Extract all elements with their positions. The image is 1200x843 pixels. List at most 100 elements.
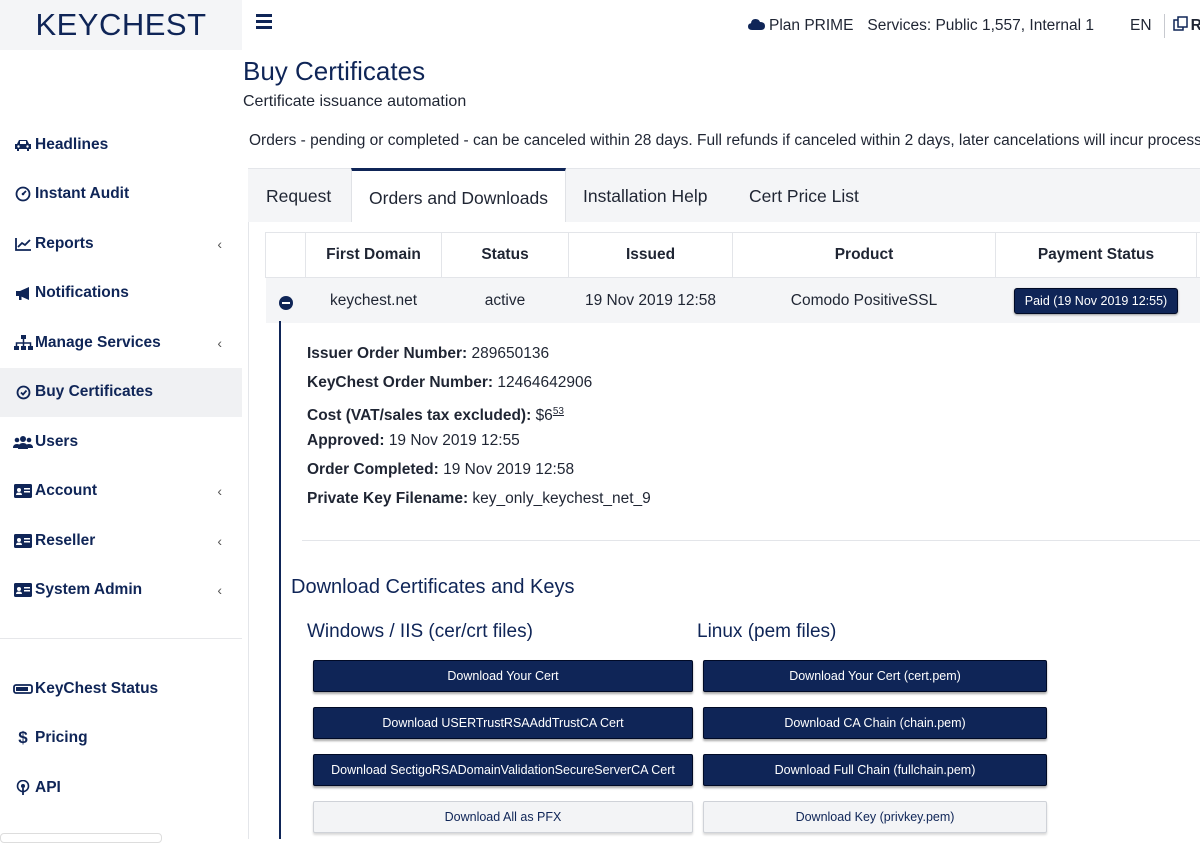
sidebar-nav: Headlines Instant Audit Reports ‹ Notifi… (0, 120, 242, 615)
payment-status-badge[interactable]: Paid (19 Nov 2019 12:55) (1014, 288, 1178, 314)
sidebar-item-users[interactable]: Users (0, 417, 242, 467)
sidebar-item-system-admin[interactable]: System Admin ‹ (0, 566, 242, 616)
sidebar-item-label: Buy Certificates (35, 383, 153, 401)
tab-cert-price-list[interactable]: Cert Price List (749, 169, 859, 223)
column-header-overflow (1197, 233, 1200, 278)
detail-label: KeyChest Order Number: (307, 374, 493, 391)
column-header-payment-status[interactable]: Payment Status (996, 233, 1197, 278)
table-header-row: First Domain Status Issued Product Payme… (266, 233, 1200, 278)
detail-value: $6 (536, 407, 553, 424)
download-fullchain-pem-button[interactable]: Download Full Chain (fullchain.pem) (703, 754, 1047, 786)
detail-label: Private Key Filename: (307, 490, 468, 507)
sidebar-item-label: Notifications (35, 284, 129, 302)
detail-value: 19 Nov 2019 12:55 (389, 432, 520, 449)
column-header-product[interactable]: Product (733, 233, 996, 278)
detail-issuer-order: Issuer Order Number: 289650136 (307, 345, 651, 374)
detail-value: 12464642906 (497, 374, 592, 391)
downloads-title: Download Certificates and Keys (291, 576, 574, 599)
orders-table: First Domain Status Issued Product Payme… (265, 232, 1200, 323)
sidebar-item-label: Instant Audit (35, 185, 129, 203)
tab-installation-help[interactable]: Installation Help (583, 169, 708, 223)
order-details: Issuer Order Number: 289650136 KeyChest … (307, 345, 651, 519)
id-card-icon (13, 483, 33, 499)
sidebar-item-api[interactable]: API (0, 763, 242, 813)
detail-label: Issuer Order Number: (307, 345, 467, 362)
sidebar-item-pricing[interactable]: $ Pricing (0, 714, 242, 764)
topbar-status: Plan PRIME Services: Public 1,557, Inter… (748, 14, 1200, 38)
tab-orders-and-downloads[interactable]: Orders and Downloads (351, 168, 566, 226)
chevron-left-icon: ‹ (217, 533, 222, 549)
services-count: Services: Public 1,557, Internal 1 (867, 17, 1094, 35)
topbar-cut-label: Re (1191, 17, 1200, 35)
sidebar-item-keychest-status[interactable]: KeyChest Status (0, 664, 242, 714)
sidebar-item-buy-certificates[interactable]: Buy Certificates (0, 368, 242, 418)
plan-label: Plan PRIME (769, 17, 853, 35)
sidebar-item-label: Reports (35, 235, 94, 253)
detail-value: key_only_keychest_net_9 (472, 490, 650, 507)
download-your-cert-button[interactable]: Download Your Cert (313, 660, 693, 692)
column-header-first-domain[interactable]: First Domain (306, 233, 442, 278)
badge-icon (13, 384, 33, 400)
detail-order-completed: Order Completed: 19 Nov 2019 12:58 (307, 461, 651, 490)
detail-label: Cost (VAT/sales tax excluded): (307, 407, 531, 424)
cancellation-notice: Orders - pending or completed - can be c… (249, 132, 1200, 150)
sidebar-item-account[interactable]: Account ‹ (0, 467, 242, 517)
detail-keychest-order: KeyChest Order Number: 12464642906 (307, 374, 651, 403)
detail-value-cents: 53 (553, 406, 564, 417)
detail-left-rule (279, 321, 281, 839)
collapse-row-cell[interactable] (266, 278, 306, 324)
minus-circle-icon[interactable] (279, 296, 293, 310)
download-privkey-pem-button[interactable]: Download Key (privkey.pem) (703, 801, 1047, 833)
page-title: Buy Certificates (243, 56, 425, 87)
cell-product: Comodo PositiveSSL (733, 278, 996, 324)
gauge-icon (13, 186, 33, 202)
column-header-issued[interactable]: Issued (569, 233, 733, 278)
cell-payment-status: Paid (19 Nov 2019 12:55) (996, 278, 1197, 324)
windows-section-title: Windows / IIS (cer/crt files) (307, 621, 533, 643)
menu-toggle-icon[interactable] (256, 14, 272, 30)
sidebar-item-label: KeyChest Status (35, 680, 158, 698)
sidebar-item-instant-audit[interactable]: Instant Audit (0, 170, 242, 220)
plan-indicator[interactable]: Plan PRIME (748, 17, 853, 35)
id-card-icon (13, 533, 33, 549)
sidebar-cutoff-item[interactable] (0, 833, 162, 843)
page-subtitle: Certificate issuance automation (243, 93, 466, 111)
sitemap-icon (13, 335, 33, 351)
id-card-icon (13, 582, 33, 598)
sidebar-divider (0, 638, 242, 639)
chevron-left-icon: ‹ (217, 483, 222, 499)
status-bar-icon (13, 681, 33, 697)
dollar-icon: $ (13, 730, 33, 746)
download-cert-pem-button[interactable]: Download Your Cert (cert.pem) (703, 660, 1047, 692)
app-logo[interactable]: KEYCHEST (35, 7, 206, 43)
sidebar-item-label: Reseller (35, 532, 95, 550)
chevron-left-icon: ‹ (217, 236, 222, 252)
detail-value: 19 Nov 2019 12:58 (443, 461, 574, 478)
broadcast-icon (13, 780, 33, 796)
logo-area[interactable]: KEYCHEST (0, 0, 242, 50)
sidebar-item-label: Headlines (35, 136, 108, 154)
download-all-pfx-button[interactable]: Download All as PFX (313, 801, 693, 833)
sidebar-item-reports[interactable]: Reports ‹ (0, 219, 242, 269)
sidebar-item-label: Account (35, 482, 97, 500)
cell-issued: 19 Nov 2019 12:58 (569, 278, 733, 324)
topbar-cut-item[interactable]: Re (1173, 16, 1200, 36)
topbar-divider (1164, 14, 1165, 38)
sidebar-item-reseller[interactable]: Reseller ‹ (0, 516, 242, 566)
download-sectigo-ca-button[interactable]: Download SectigoRSADomainValidationSecur… (313, 754, 693, 786)
sidebar-item-manage-services[interactable]: Manage Services ‹ (0, 318, 242, 368)
sidebar-item-headlines[interactable]: Headlines (0, 120, 242, 170)
sidebar-item-label: API (35, 779, 61, 797)
sidebar-item-notifications[interactable]: Notifications (0, 269, 242, 319)
tab-request[interactable]: Request (266, 169, 331, 223)
download-usertrust-ca-button[interactable]: Download USERTrustRSAAddTrustCA Cert (313, 707, 693, 739)
sidebar-item-label: Manage Services (35, 334, 161, 352)
download-chain-pem-button[interactable]: Download CA Chain (chain.pem) (703, 707, 1047, 739)
detail-label: Order Completed: (307, 461, 439, 478)
column-header-status[interactable]: Status (442, 233, 569, 278)
chevron-left-icon: ‹ (217, 582, 222, 598)
section-divider (302, 540, 1200, 541)
table-row[interactable]: keychest.net active 19 Nov 2019 12:58 Co… (266, 278, 1200, 324)
language-selector[interactable]: EN (1130, 17, 1152, 35)
sidebar: KEYCHEST Headlines Instant Audit Reports… (0, 0, 242, 839)
